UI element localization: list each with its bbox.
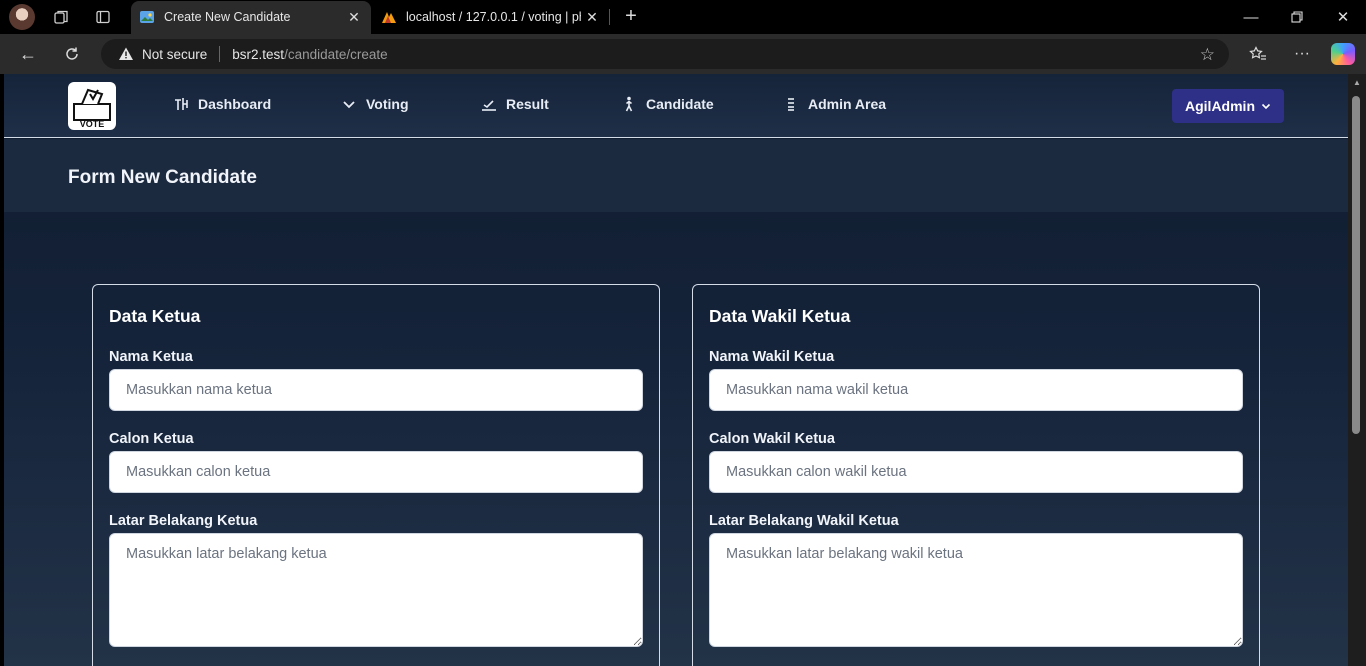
url-host: bsr2.test [232, 46, 285, 62]
nama-wakil-ketua-label: Nama Wakil Ketua [709, 349, 835, 365]
page-scrollbar[interactable]: ▲ [1348, 74, 1366, 666]
security-status[interactable]: Not secure [142, 47, 207, 62]
tab-title: localhost / 127.0.0.1 / voting | php [406, 10, 581, 24]
nama-wakil-ketua-input[interactable] [709, 369, 1243, 411]
page-header: Form New Candidate [4, 139, 1348, 212]
workspaces-icon[interactable] [48, 4, 74, 30]
latar-belakang-ketua-label: Latar Belakang Ketua [109, 513, 258, 529]
card-title: Data Ketua [109, 306, 201, 326]
person-icon [620, 95, 638, 113]
result-icon [480, 95, 498, 113]
page-title: Form New Candidate [68, 167, 257, 188]
vote-logo[interactable]: VOTE [68, 82, 116, 130]
scroll-thumb[interactable] [1352, 96, 1360, 434]
omnibox-divider [219, 46, 221, 62]
reload-icon[interactable] [59, 42, 85, 66]
tab-actions-icon[interactable] [90, 4, 116, 30]
nav-label: Result [506, 96, 549, 112]
nav-candidate[interactable]: Candidate [620, 94, 714, 114]
page-viewport: VOTE Dashboard Voting Result Candidate A… [4, 74, 1348, 666]
logo-text: VOTE [79, 119, 105, 129]
calon-wakil-ketua-input[interactable] [709, 451, 1243, 493]
warning-icon[interactable] [118, 46, 134, 62]
nav-result[interactable]: Result [480, 94, 549, 114]
dashboard-icon [172, 95, 190, 113]
chevron-down-icon [340, 95, 358, 113]
phpmyadmin-favicon-icon [381, 9, 397, 25]
calon-ketua-label: Calon Ketua [109, 431, 194, 447]
url-bar[interactable]: Not secure bsr2.test/candidate/create ☆ [101, 39, 1229, 69]
nav-label: Admin Area [808, 96, 887, 112]
nav-dashboard[interactable]: Dashboard [172, 94, 271, 114]
close-tab-icon[interactable]: ✕ [583, 8, 601, 26]
calon-wakil-ketua-label: Calon Wakil Ketua [709, 431, 835, 447]
latar-belakang-wakil-ketua-label: Latar Belakang Wakil Ketua [709, 513, 899, 529]
calon-ketua-input[interactable] [109, 451, 643, 493]
minimize-icon[interactable]: — [1228, 5, 1274, 29]
list-icon [782, 95, 800, 113]
profile-avatar[interactable] [9, 4, 35, 30]
nama-ketua-label: Nama Ketua [109, 349, 193, 365]
nama-ketua-input[interactable] [109, 369, 643, 411]
user-menu-button[interactable]: AgilAdmin [1172, 89, 1284, 123]
favorite-star-icon[interactable]: ☆ [1200, 45, 1215, 65]
card-data-wakil-ketua: Data Wakil Ketua Nama Wakil Ketua Calon … [692, 284, 1260, 666]
address-bar-row: ← Not secure bsr2.test/candidate/create … [0, 34, 1366, 74]
latar-belakang-ketua-textarea[interactable] [109, 533, 643, 647]
url-path: /candidate/create [284, 46, 388, 62]
new-tab-icon[interactable]: + [620, 5, 642, 27]
copilot-icon[interactable] [1331, 43, 1355, 65]
browser-tab-bar: Create New Candidate ✕ localhost / 127.0… [0, 0, 1366, 34]
nav-label: Dashboard [198, 96, 272, 112]
tab-phpmyadmin[interactable]: localhost / 127.0.0.1 / voting | php ✕ [373, 1, 609, 34]
tab-create-new-candidate[interactable]: Create New Candidate ✕ [131, 1, 371, 34]
image-favicon-icon [139, 9, 155, 25]
top-navbar: VOTE Dashboard Voting Result Candidate A… [4, 74, 1348, 138]
scroll-up-icon[interactable]: ▲ [1353, 78, 1361, 87]
nav-label: Candidate [646, 96, 714, 112]
user-name: AgilAdmin [1185, 98, 1255, 114]
back-icon[interactable]: ← [15, 42, 41, 66]
tab-title: Create New Candidate [164, 10, 291, 24]
restore-icon[interactable] [1274, 5, 1320, 29]
card-title: Data Wakil Ketua [709, 306, 851, 326]
close-window-icon[interactable]: ✕ [1320, 5, 1366, 29]
nav-admin-area[interactable]: Admin Area [782, 94, 886, 114]
latar-belakang-wakil-ketua-textarea[interactable] [709, 533, 1243, 647]
tab-separator [609, 9, 610, 25]
card-data-ketua: Data Ketua Nama Ketua Calon Ketua Latar … [92, 284, 660, 666]
nav-label: Voting [366, 96, 409, 112]
chevron-down-icon [1261, 103, 1271, 110]
favorites-icon[interactable] [1245, 42, 1271, 66]
more-menu-icon[interactable]: ··· [1289, 42, 1315, 66]
nav-voting[interactable]: Voting [340, 94, 409, 114]
close-tab-icon[interactable]: ✕ [345, 8, 363, 26]
